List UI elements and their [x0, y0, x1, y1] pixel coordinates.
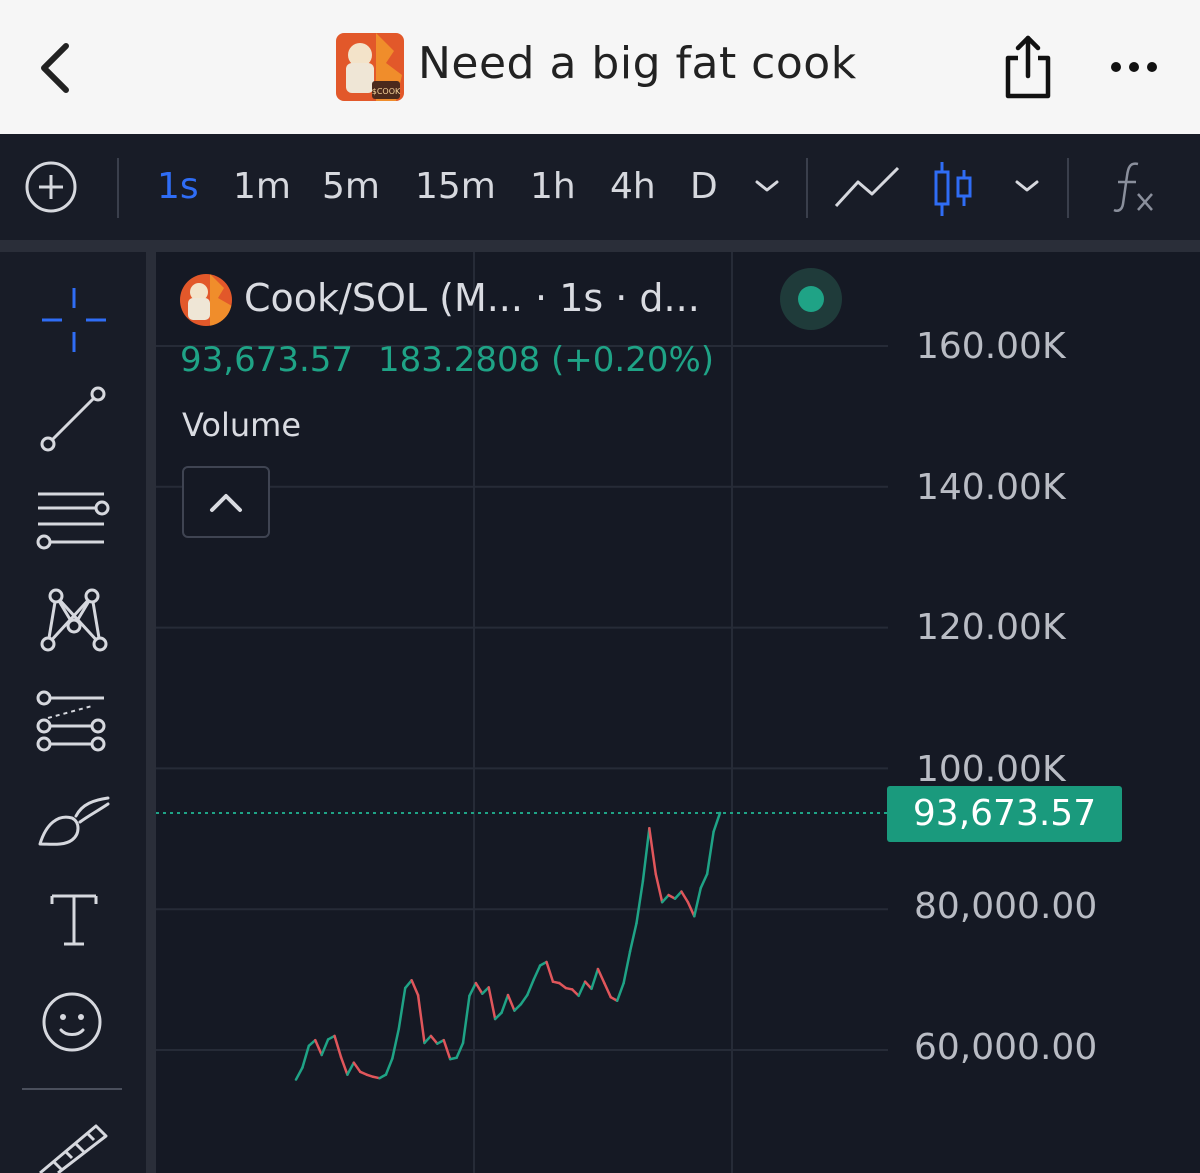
pattern-icon[interactable] [38, 586, 110, 652]
price-segment [699, 872, 709, 890]
timeframe-1s[interactable]: 1s [157, 166, 199, 207]
legend-change: 183.2808 (+0.20%) [378, 340, 715, 380]
collapse-legend-button[interactable] [182, 466, 270, 538]
timeframe-1m[interactable]: 1m [233, 166, 291, 207]
symbol-legend-title[interactable]: Cook/SOL (M... · 1s · d... [244, 276, 700, 320]
price-segment [474, 981, 484, 995]
price-segment [403, 979, 413, 990]
price-segment [320, 1038, 330, 1057]
y-axis-tick-label: 100.00K [916, 749, 1066, 790]
toolbar-separator [117, 158, 119, 218]
horizontal-lines-icon[interactable] [34, 488, 110, 550]
price-segment [500, 993, 510, 1014]
timeframe-5m[interactable]: 5m [322, 166, 380, 207]
price-segment [680, 890, 690, 904]
y-axis-tick-label: 160.00K [916, 326, 1066, 367]
legend-token-avatar [180, 274, 232, 326]
price-segment [429, 1034, 439, 1045]
trend-line-icon[interactable] [40, 386, 106, 452]
text-tool-icon[interactable] [48, 892, 100, 948]
price-segment [384, 1057, 394, 1076]
price-segment [314, 1038, 323, 1057]
price-segment [660, 893, 670, 904]
price-segment [506, 993, 516, 1012]
timeframe-chevron-down-icon[interactable] [752, 176, 782, 196]
y-axis-tick-label: 80,000.00 [914, 886, 1098, 927]
price-segment [513, 1002, 523, 1012]
emoji-icon[interactable] [40, 990, 104, 1054]
y-axis-tick-label: 60,000.00 [914, 1027, 1098, 1068]
price-segment [705, 830, 715, 876]
price-segment [423, 1034, 433, 1045]
add-chart-icon[interactable] [24, 160, 78, 214]
price-segment [641, 826, 651, 883]
price-segment [493, 1011, 503, 1021]
top-header: $COOK Need a big fat cook [0, 0, 1200, 134]
price-segment [519, 993, 529, 1006]
price-segment [410, 979, 420, 997]
price-segment [596, 967, 606, 985]
price-segment [545, 960, 555, 983]
toolbar-separator [1067, 158, 1069, 218]
price-segment [333, 1034, 343, 1059]
price-segment [712, 811, 722, 834]
line-chart-icon[interactable] [832, 162, 902, 212]
toolbar-separator [806, 158, 808, 218]
live-status-indicator [780, 268, 842, 330]
price-segment [577, 980, 587, 998]
more-options-icon[interactable] [1108, 56, 1160, 78]
price-segment [294, 1066, 304, 1081]
price-segment [346, 1061, 356, 1076]
volume-indicator-label[interactable]: Volume [182, 406, 301, 444]
price-segment [526, 978, 535, 997]
price-segment [339, 1055, 349, 1076]
price-segment [461, 994, 471, 1045]
timeframe-1h[interactable]: 1h [530, 166, 576, 207]
timeframe-4h[interactable]: 4h [610, 166, 656, 207]
candles-icon[interactable] [930, 160, 976, 218]
live-status-dot [798, 286, 824, 312]
indicators-fx-icon[interactable] [1108, 158, 1158, 216]
timeframe-day[interactable]: D [690, 166, 718, 207]
price-segment [487, 986, 497, 1021]
price-segment [654, 872, 664, 904]
price-segment [615, 981, 625, 1002]
price-segment [391, 1027, 401, 1060]
sidebar-rule [22, 1088, 122, 1090]
crosshair-icon[interactable] [40, 286, 108, 354]
price-segment [603, 981, 613, 999]
token-avatar-label: $COOK [372, 87, 401, 96]
price-segment [532, 964, 542, 981]
ruler-icon[interactable] [36, 1122, 110, 1173]
back-chevron-icon[interactable] [36, 40, 76, 96]
price-segment [416, 993, 426, 1045]
toolbar-divider [0, 240, 1200, 252]
token-avatar: $COOK [336, 33, 404, 101]
price-segment [397, 986, 407, 1031]
chevron-up-icon [210, 494, 242, 512]
last-price-tag: 93,673.57 [887, 786, 1122, 842]
brush-icon[interactable] [36, 794, 112, 850]
y-axis-tick-label: 120.00K [916, 607, 1066, 648]
y-axis-tick-label: 140.00K [916, 467, 1066, 508]
price-segment [693, 886, 702, 918]
price-segment [352, 1061, 362, 1074]
page-title: Need a big fat cook [418, 38, 857, 89]
sidebar-divider [146, 252, 156, 1173]
timeframe-15m[interactable]: 15m [415, 166, 496, 207]
price-segment [622, 950, 632, 985]
legend-price: 93,673.57 [180, 340, 354, 380]
price-segment [628, 922, 638, 953]
price-segment [648, 826, 658, 876]
price-segment [673, 890, 683, 900]
price-segment [590, 967, 600, 991]
chart-type-chevron-down-icon[interactable] [1012, 176, 1042, 196]
price-segment [635, 879, 645, 925]
share-icon[interactable] [1000, 34, 1056, 100]
price-segment [570, 988, 580, 998]
fib-retracement-icon[interactable] [34, 690, 108, 754]
